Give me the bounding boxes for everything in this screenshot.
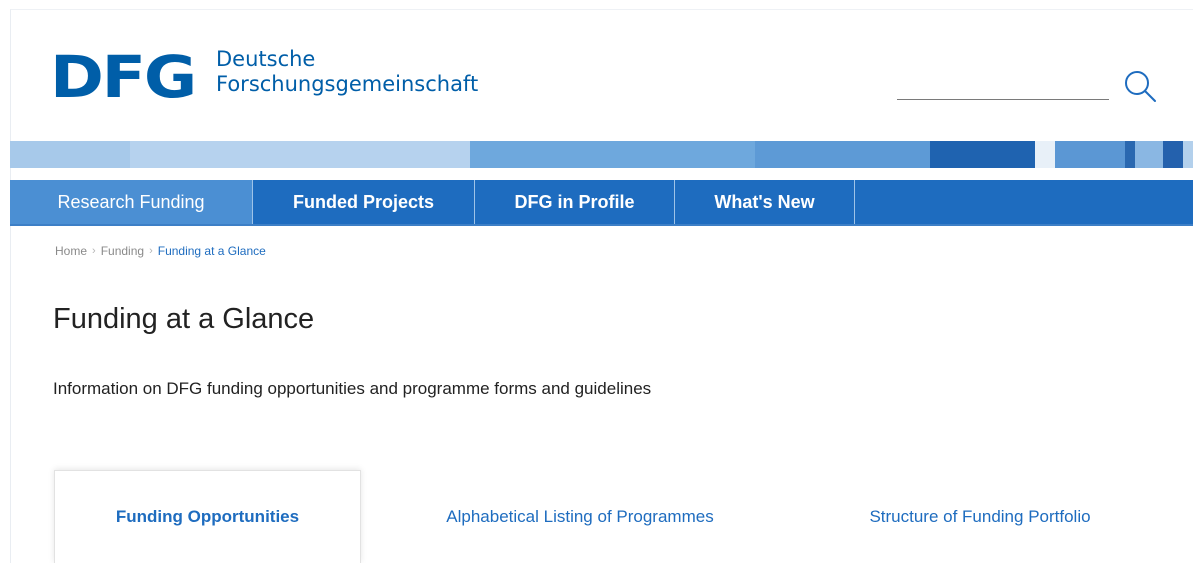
stripe-segment [1125,141,1135,168]
stripe-segment [10,141,130,168]
tab-funding-opportunities[interactable]: Funding Opportunities [54,470,361,563]
nav-item-whats-new[interactable]: What's New [675,180,855,224]
logo-wordmark: Deutsche Forschungsgemeinschaft [216,47,478,97]
nav-item-research-funding[interactable]: Research Funding [10,180,253,224]
page-title: Funding at a Glance [53,303,315,335]
breadcrumb-current: Funding at a Glance [157,244,266,258]
breadcrumb-funding[interactable]: Funding [101,244,144,258]
dfg-logo[interactable]: DFG Deutsche Forschungsgemeinschaft [50,47,478,106]
stripe-segment [130,141,470,168]
content-tabs: Funding Opportunities Alphabetical Listi… [10,470,1193,563]
search-input[interactable] [897,70,1109,100]
logo-line-2: Forschungsgemeinschaft [216,72,479,96]
stripe-segment [1135,141,1163,168]
main-navigation: Research Funding Funded Projects DFG in … [10,180,1193,224]
nav-item-dfg-in-profile[interactable]: DFG in Profile [475,180,675,224]
stripe-segment [930,141,1035,168]
breadcrumb-separator: › [149,245,153,257]
breadcrumb-separator: › [92,245,96,257]
stripe-segment [755,141,930,168]
logo-line-1: Deutsche [216,47,316,71]
breadcrumb-home[interactable]: Home [55,244,87,258]
decorative-color-stripe [10,141,1193,168]
stripe-segment [1163,141,1183,168]
nav-underline [10,224,1193,226]
tab-structure-of-funding-portfolio[interactable]: Structure of Funding Portfolio [805,470,1155,563]
page-subtitle: Information on DFG funding opportunities… [53,379,652,398]
stripe-segment [470,141,755,168]
stripe-segment [1183,141,1193,168]
stripe-segment [1055,141,1125,168]
breadcrumb: Home › Funding › Funding at a Glance [55,244,266,258]
nav-item-funded-projects[interactable]: Funded Projects [253,180,475,224]
stripe-segment [1035,141,1055,168]
site-header: DFG Deutsche Forschungsgemeinschaft [0,0,1193,140]
search-icon[interactable] [1120,66,1160,106]
tab-alphabetical-listing[interactable]: Alphabetical Listing of Programmes [392,470,768,563]
logo-mark: DFG [50,43,197,111]
